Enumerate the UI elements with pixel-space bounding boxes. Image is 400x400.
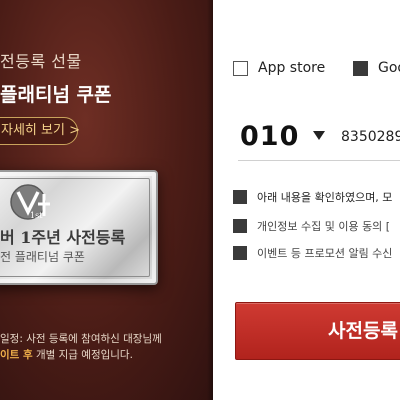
privacy-consent-label: 개인정보 수집 및 이용 동의 [ <box>257 218 390 234</box>
promo-notification-checkbox[interactable] <box>233 246 247 260</box>
promo-notification-label: 이벤트 등 프로모션 알림 수신 <box>257 247 393 260</box>
coupon-badge: 1st <box>30 211 43 220</box>
google-play-label: Goo <box>378 60 400 76</box>
agree-all-label: 아래 내용을 확인하였으며, 모 <box>257 191 393 204</box>
app-store-checkbox[interactable] <box>233 60 248 76</box>
coupon-subtitle: 전 플래티넘 쿠폰 <box>0 250 85 264</box>
privacy-consent-option[interactable]: 개인정보 수집 및 이용 동의 [ <box>233 218 390 234</box>
details-button[interactable]: 자세히 보기 > <box>0 117 80 145</box>
promo-title: 플래티넘 쿠폰 <box>0 84 112 106</box>
anniversary-emblem-icon: 1st <box>10 184 50 220</box>
notice-line-2: 이트 후 개별 지급 예정입니다. <box>0 347 205 363</box>
notice-line-1: 일정: 사전 등록에 참여하신 대장님께 <box>0 333 162 345</box>
notice-highlight: 이트 후 <box>0 349 33 361</box>
google-play-checkbox[interactable] <box>353 60 368 76</box>
privacy-consent-checkbox[interactable] <box>233 219 247 233</box>
promo-subtitle: 전등록 선물 <box>0 52 82 71</box>
pre-register-button[interactable]: 사전등록 <box>235 302 400 360</box>
notice-line-2-rest: 개별 지급 예정입니다. <box>32 349 133 361</box>
registration-form: App store Goo 010 아래 내용을 확인하였으며, 모 개인정보 … <box>213 0 400 400</box>
phone-number-input[interactable] <box>341 126 400 148</box>
phone-prefix-select[interactable]: 010 <box>240 121 299 152</box>
privacy-consent-text: 개인정보 수집 및 이용 동의 [ <box>257 220 391 233</box>
coupon-card-image: 1st 버 1주년 사전등록 전 플래티넘 쿠폰 <box>0 170 158 285</box>
agree-all-checkbox[interactable] <box>233 190 247 204</box>
agree-all-option[interactable]: 아래 내용을 확인하였으며, 모 <box>233 189 392 205</box>
phone-divider <box>238 160 400 161</box>
promo-notification-option[interactable]: 이벤트 등 프로모션 알림 수신 <box>233 245 392 261</box>
promo-panel: 전등록 선물 플래티넘 쿠폰 자세히 보기 > 1st 버 1주년 사전등록 전… <box>0 0 213 400</box>
dropdown-arrow-icon[interactable] <box>313 131 325 140</box>
coupon-title: 버 1주년 사전등록 <box>0 228 126 247</box>
google-play-option[interactable]: Goo <box>353 59 400 77</box>
distribution-notice: 일정: 사전 등록에 참여하신 대장님께 이트 후 개별 지급 예정입니다. <box>0 331 205 363</box>
app-store-option[interactable]: App store <box>233 59 325 77</box>
app-store-label: App store <box>258 60 326 76</box>
